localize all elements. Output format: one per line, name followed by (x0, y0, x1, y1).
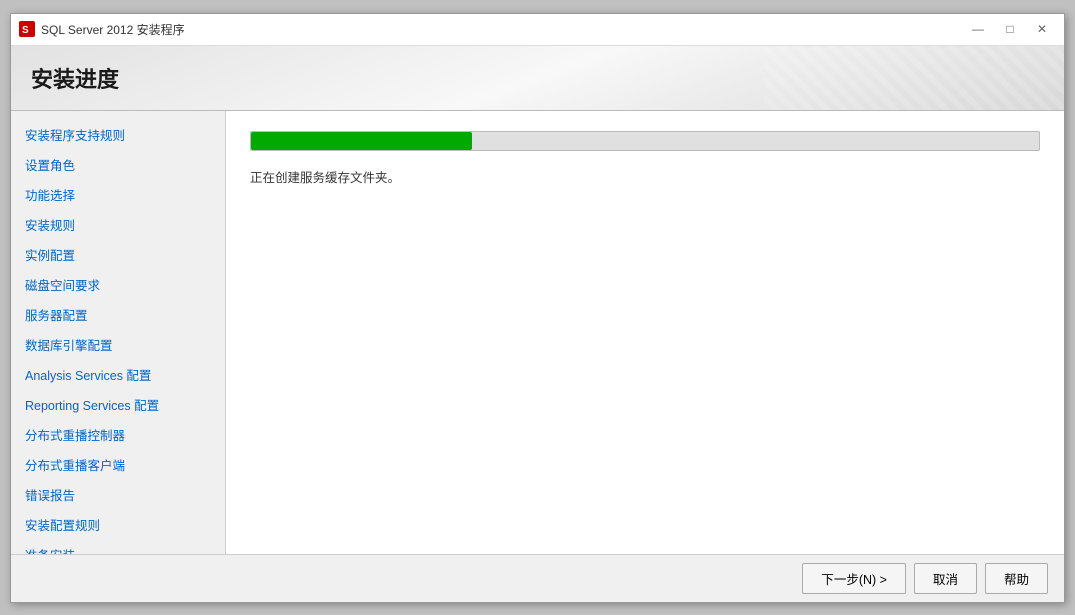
page-title: 安装进度 (31, 67, 119, 92)
sidebar-item-ready-install[interactable]: 准备安装 (11, 541, 225, 554)
sidebar-item-setup-role[interactable]: 设置角色 (11, 151, 225, 181)
cancel-button[interactable]: 取消 (914, 563, 977, 594)
main-area: 安装程序支持规则设置角色功能选择安装规则实例配置磁盘空间要求服务器配置数据库引擎… (11, 111, 1064, 554)
sidebar-item-setup-rules[interactable]: 安装程序支持规则 (11, 121, 225, 151)
header-area: 安装进度 (11, 46, 1064, 111)
sidebar-item-db-engine-config[interactable]: 数据库引擎配置 (11, 331, 225, 361)
minimize-button[interactable]: — (964, 18, 992, 40)
titlebar: S SQL Server 2012 安装程序 — □ ✕ (11, 14, 1064, 46)
maximize-button[interactable]: □ (996, 18, 1024, 40)
progress-bar-fill (251, 132, 472, 150)
progress-bar-container (250, 131, 1040, 151)
next-button[interactable]: 下一步(N) > (802, 563, 906, 594)
right-panel: 正在创建服务缓存文件夹。 (226, 111, 1064, 554)
sidebar-item-instance-config[interactable]: 实例配置 (11, 241, 225, 271)
close-button[interactable]: ✕ (1028, 18, 1056, 40)
footer: 下一步(N) > 取消 帮助 (11, 554, 1064, 602)
sidebar-item-error-report[interactable]: 错误报告 (11, 481, 225, 511)
app-icon: S (19, 21, 35, 37)
window-title: SQL Server 2012 安装程序 (41, 21, 185, 38)
sidebar-item-disk-space[interactable]: 磁盘空间要求 (11, 271, 225, 301)
titlebar-left: S SQL Server 2012 安装程序 (19, 21, 185, 38)
sidebar-item-install-config-rules[interactable]: 安装配置规则 (11, 511, 225, 541)
svg-text:S: S (22, 25, 29, 36)
sidebar-item-feature-select[interactable]: 功能选择 (11, 181, 225, 211)
sidebar-item-reporting-config[interactable]: Reporting Services 配置 (11, 391, 225, 421)
progress-status-text: 正在创建服务缓存文件夹。 (250, 167, 1040, 186)
sidebar-item-analysis-config[interactable]: Analysis Services 配置 (11, 361, 225, 391)
sidebar-item-dist-replay-client[interactable]: 分布式重播客户端 (11, 451, 225, 481)
window-controls: — □ ✕ (964, 18, 1056, 40)
main-window: S SQL Server 2012 安装程序 — □ ✕ 安装进度 安装程序支持… (10, 13, 1065, 603)
sidebar: 安装程序支持规则设置角色功能选择安装规则实例配置磁盘空间要求服务器配置数据库引擎… (11, 111, 226, 554)
sidebar-item-install-rules[interactable]: 安装规则 (11, 211, 225, 241)
sidebar-item-server-config[interactable]: 服务器配置 (11, 301, 225, 331)
sidebar-item-dist-replay-ctrl[interactable]: 分布式重播控制器 (11, 421, 225, 451)
help-button[interactable]: 帮助 (985, 563, 1048, 594)
